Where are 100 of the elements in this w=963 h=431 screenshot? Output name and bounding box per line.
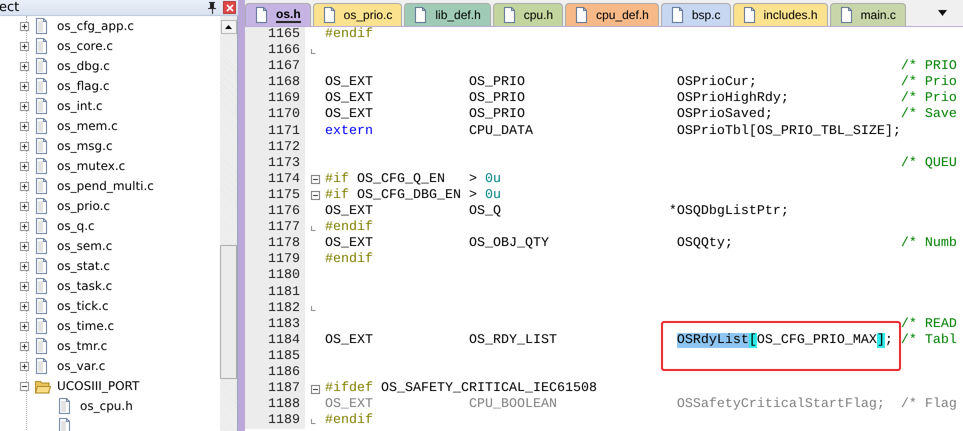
editor-tab[interactable]: os_prio.c — [312, 3, 402, 26]
collapse-icon[interactable] — [311, 384, 320, 394]
line-number: 1174 — [245, 172, 305, 188]
code-text: OS_SAFETY_CRITICAL_IEC61508 — [380, 381, 597, 396]
scrollbar[interactable] — [220, 16, 237, 431]
file-label[interactable]: os_stat.c — [57, 259, 110, 273]
code-text: OS_CFG_Q_EN > — [356, 172, 478, 187]
code-text: CPU_DATA OSPrioTbl[OS_PRIO_TBL_SIZE]; — [468, 124, 901, 139]
collapse-icon[interactable] — [20, 382, 29, 390]
code-text: OS_EXT OS_PRIO OSPrioHighRdy; — [325, 91, 790, 106]
file-icon — [35, 238, 48, 254]
editor-tab[interactable]: cpu.h — [492, 3, 564, 26]
file-icon — [35, 38, 48, 54]
code-text: OS_EXT OS_Q *OSQDbgListPtr; — [325, 204, 789, 220]
code-text: 0u — [484, 172, 501, 187]
file-label[interactable]: os_prio.c — [57, 199, 110, 213]
close-icon — [226, 4, 234, 12]
editor-tab[interactable]: includes.h — [732, 3, 828, 26]
collapse-icon[interactable] — [311, 175, 320, 184]
file-label[interactable]: os_flag.c — [57, 79, 110, 93]
expand-icon[interactable] — [20, 62, 29, 70]
code-text: ] — [876, 332, 885, 348]
expand-icon[interactable] — [20, 162, 29, 170]
file-label[interactable]: os_time.c — [57, 319, 114, 333]
file-label[interactable]: os_int.c — [57, 99, 103, 113]
file-icon — [414, 7, 428, 23]
editor-tab[interactable]: main.c — [830, 3, 906, 26]
file-icon — [35, 198, 48, 214]
file-label[interactable]: os_tmr.c — [57, 339, 108, 353]
file-label[interactable]: os_dbg.c — [57, 59, 110, 73]
expand-icon[interactable] — [20, 262, 29, 270]
expand-icon[interactable] — [20, 22, 29, 30]
file-label[interactable]: os_cfg_app.c — [57, 19, 134, 33]
file-label[interactable]: os_tick.c — [57, 299, 109, 313]
expand-icon[interactable] — [20, 342, 29, 350]
file-icon — [742, 7, 756, 23]
expand-icon[interactable] — [20, 302, 29, 310]
close-button[interactable] — [223, 1, 236, 14]
file-label[interactable]: os_msg.c — [57, 139, 113, 153]
expand-icon[interactable] — [20, 42, 29, 50]
line-number: 1170 — [245, 107, 305, 124]
panel-title: ect — [0, 0, 20, 15]
pin-icon[interactable] — [207, 2, 217, 14]
expand-icon[interactable] — [20, 222, 29, 230]
code-text: OS_CFG_DBG_EN > — [356, 188, 478, 203]
line-number: 1182 — [245, 300, 305, 317]
expand-icon[interactable] — [20, 362, 29, 370]
line-number: 1185 — [245, 348, 305, 365]
file-icon — [575, 7, 588, 23]
expand-icon[interactable] — [20, 322, 29, 330]
code-text: #endif — [325, 252, 373, 268]
expand-icon[interactable] — [20, 82, 29, 90]
code-text: /* READ — [900, 316, 957, 332]
line-number: 1183 — [245, 316, 305, 333]
file-label[interactable]: os_var.c — [57, 359, 106, 373]
editor-tab[interactable]: bsp.c — [660, 3, 731, 26]
line-number: 1187 — [245, 381, 305, 398]
scroll-up-button[interactable] — [220, 20, 236, 34]
code-text: /* Save — [900, 107, 957, 122]
line-number: 1176 — [245, 204, 305, 220]
file-label[interactable]: os_pend_multi.c — [57, 179, 154, 193]
line-number: 1177 — [245, 220, 305, 236]
file-label[interactable]: os_mem.c — [57, 119, 118, 133]
expand-icon[interactable] — [20, 282, 29, 290]
expand-icon[interactable] — [20, 122, 29, 130]
expand-icon[interactable] — [20, 102, 29, 110]
file-icon — [502, 7, 516, 23]
line-number: 1181 — [245, 284, 305, 301]
folder-icon — [35, 378, 51, 394]
file-label[interactable]: os_cpu.h — [80, 399, 133, 413]
editor-tab[interactable]: os.h — [245, 3, 311, 26]
expand-icon[interactable] — [20, 182, 29, 190]
scrollbar-thumb[interactable] — [220, 245, 237, 379]
folder-label[interactable]: UCOSIII_PORT — [57, 379, 140, 393]
code-text: /* QUEU — [900, 156, 957, 171]
expand-icon[interactable] — [20, 202, 29, 210]
file-label[interactable]: os_sem.c — [57, 239, 112, 253]
line-number: 1165 — [245, 27, 305, 44]
code-text: /* Prio — [900, 91, 957, 106]
dropdown-icon[interactable] — [938, 10, 947, 16]
file-label[interactable]: os_q.c — [57, 219, 95, 233]
file-icon — [35, 18, 48, 34]
file-icon — [35, 78, 48, 94]
editor-tab[interactable]: cpu_def.h — [565, 3, 659, 26]
collapse-icon[interactable] — [311, 191, 320, 200]
code-text: OS_EXT OS_PRIO OSPrioSaved; — [325, 107, 774, 122]
code-text: OSRdyList — [676, 332, 749, 348]
line-number: 1171 — [245, 124, 305, 140]
line-number: 1186 — [245, 364, 305, 382]
file-icon — [840, 7, 853, 23]
file-label[interactable]: os_task.c — [57, 279, 112, 293]
expand-icon[interactable] — [20, 242, 29, 250]
file-label[interactable]: os_mutex.c — [57, 159, 126, 173]
file-icon — [35, 118, 48, 134]
expand-icon[interactable] — [20, 142, 29, 150]
editor-tab[interactable]: lib_def.h — [404, 3, 491, 26]
code-text: #endif — [325, 220, 373, 236]
file-label[interactable]: os_core.c — [57, 39, 113, 53]
file-icon — [35, 318, 48, 334]
file-icon — [35, 278, 48, 294]
